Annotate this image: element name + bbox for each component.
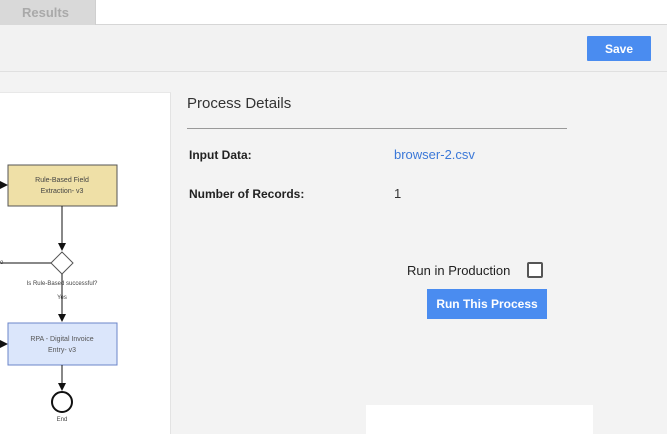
flow-node-rpa-line2: Entry- v3 (48, 347, 76, 354)
process-flow-canvas[interactable]: Rule-Based Field Extraction- v3 o Is Rul… (0, 92, 171, 434)
end-label: End (57, 417, 68, 423)
run-process-button[interactable]: Run This Process (427, 289, 547, 319)
run-in-production-checkbox[interactable] (527, 262, 543, 278)
save-button[interactable]: Save (587, 36, 651, 61)
tab-bar: Results (0, 0, 667, 25)
flow-node-extraction-line2: Extraction- v3 (41, 188, 84, 195)
run-in-production-label: Run in Production (407, 263, 511, 278)
flow-node-rpa-line1: RPA - Digital Invoice (30, 336, 93, 343)
details-title: Process Details (187, 95, 292, 112)
details-divider (187, 128, 567, 129)
toolbar: Save (0, 25, 667, 72)
blank-panel (366, 405, 593, 434)
records-value: 1 (394, 186, 402, 201)
tab-results[interactable]: Results (0, 0, 96, 25)
flow-diagram: Rule-Based Field Extraction- v3 o Is Rul… (0, 164, 118, 423)
input-data-label: Input Data: (189, 148, 252, 162)
input-data-link[interactable]: browser-2.csv (394, 147, 475, 162)
records-label: Number of Records: (189, 187, 305, 201)
flow-node-rpa[interactable] (7, 322, 118, 366)
flow-end-event[interactable] (51, 391, 73, 413)
flow-node-extraction-line1: Rule-Based Field (35, 177, 89, 184)
flow-decision-gateway[interactable] (50, 251, 74, 275)
flow-node-extraction[interactable] (7, 164, 118, 207)
